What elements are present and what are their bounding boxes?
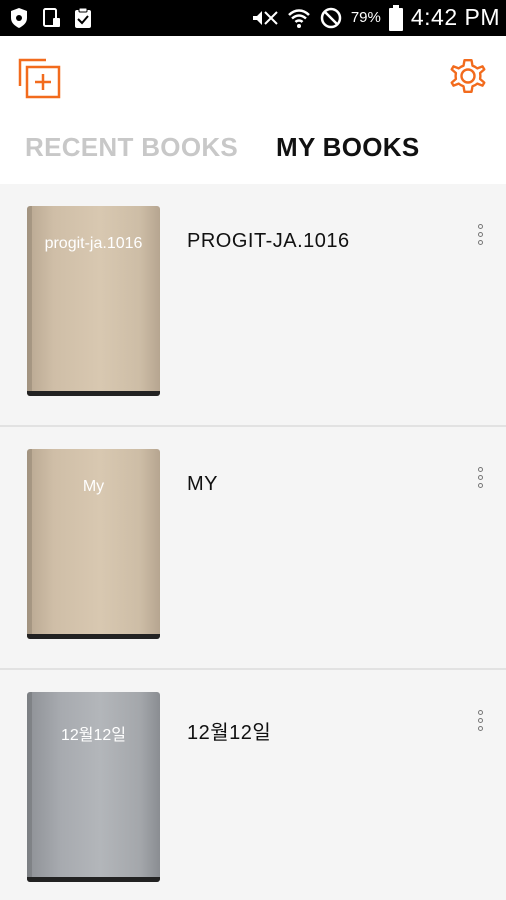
tab-my-books[interactable]: MY BOOKS <box>276 132 420 163</box>
more-dot-icon <box>477 726 483 731</box>
tab-bar: RECENT BOOKS MY BOOKS <box>0 116 506 184</box>
notification-icons <box>8 6 94 30</box>
do-not-disturb-icon <box>320 7 342 28</box>
app-toolbar <box>0 36 506 116</box>
clipboard-check-icon <box>75 7 91 28</box>
book-cover[interactable]: My <box>27 449 160 639</box>
more-dot-icon <box>477 232 483 237</box>
book-cover[interactable]: progit-ja.1016 <box>27 206 160 396</box>
book-list-item[interactable]: 12월12일 12월12일 <box>0 670 506 900</box>
cover-edge <box>27 391 160 396</box>
more-dot-icon <box>477 718 483 723</box>
battery-icon <box>388 4 403 31</box>
cover-edge <box>27 877 160 882</box>
mute-icon <box>252 10 278 25</box>
clock: 4:42 PM <box>410 4 500 30</box>
battery-percent: 79% <box>350 9 381 26</box>
system-icons: 79% 4:42 PM <box>251 4 500 31</box>
tab-recent-books[interactable]: RECENT BOOKS <box>25 132 238 163</box>
shield-icon <box>11 8 27 28</box>
cover-title: My <box>82 478 105 495</box>
more-dot-icon <box>477 483 483 488</box>
more-options-button[interactable] <box>470 224 490 252</box>
more-dot-icon <box>477 710 483 715</box>
more-dot-icon <box>477 475 483 480</box>
more-dot-icon <box>477 467 483 472</box>
cover-title: 12월12일 <box>60 727 127 744</box>
book-list-item[interactable]: My MY <box>0 427 506 670</box>
wifi-icon <box>287 8 310 28</box>
more-options-button[interactable] <box>470 467 490 495</box>
more-options-button[interactable] <box>470 710 490 738</box>
add-book-icon <box>18 58 61 99</box>
settings-button[interactable] <box>446 54 490 98</box>
cover-edge <box>27 634 160 639</box>
status-bar: 79% 4:42 PM <box>0 0 506 36</box>
add-book-button[interactable] <box>16 56 64 100</box>
book-title: 12월12일 <box>187 722 272 744</box>
book-cover[interactable]: 12월12일 <box>27 692 160 882</box>
book-title: PROGIT-JA.1016 <box>187 230 350 252</box>
book-title: MY <box>187 473 218 495</box>
book-list-item[interactable]: progit-ja.1016 PROGIT-JA.1016 <box>0 184 506 427</box>
cover-title: progit-ja.1016 <box>44 235 143 252</box>
gear-icon <box>450 59 486 94</box>
book-list: progit-ja.1016 PROGIT-JA.1016 My MY 12월1… <box>0 184 506 900</box>
device-icon <box>43 8 60 27</box>
more-dot-icon <box>477 240 483 245</box>
more-dot-icon <box>477 224 483 229</box>
